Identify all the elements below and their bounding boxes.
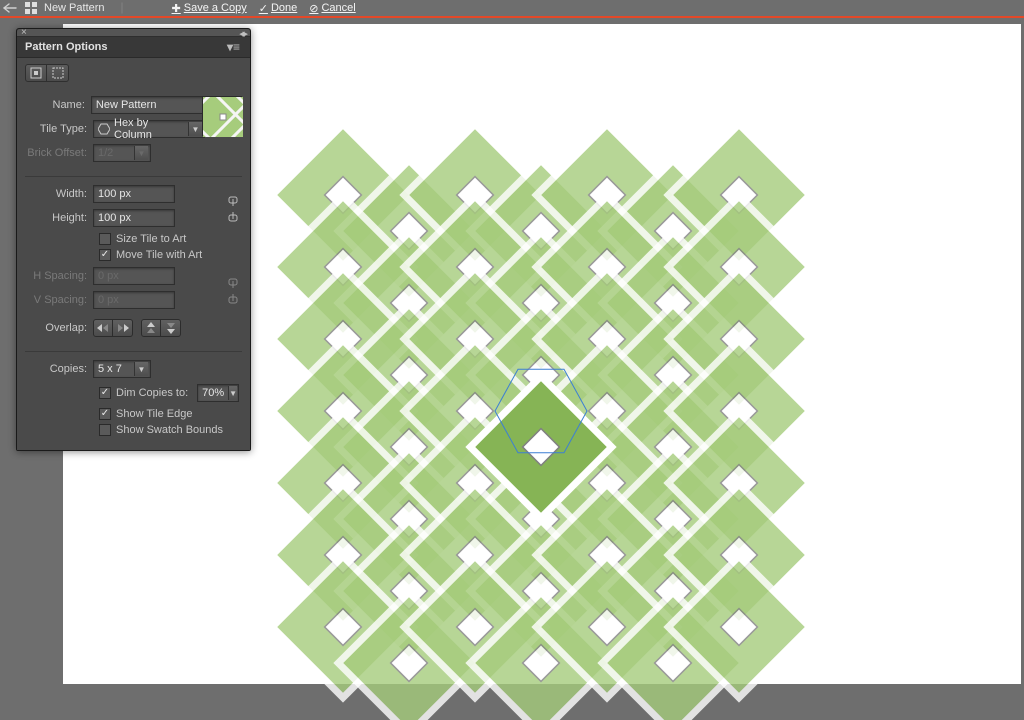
size-tile-to-art-checkbox[interactable]: Size Tile to Art xyxy=(99,233,242,245)
overlap-horizontal-group xyxy=(93,319,133,337)
done-label: Done xyxy=(271,2,297,14)
width-label: Width: xyxy=(25,188,93,200)
mode-name-label: New Pattern xyxy=(44,2,105,14)
panel-titlebar[interactable]: Pattern Options ▾≡ xyxy=(17,37,250,58)
cancel-button[interactable]: ⊘ Cancel xyxy=(309,2,355,15)
show-tile-edge-label: Show Tile Edge xyxy=(116,408,192,420)
save-copy-label: Save a Copy xyxy=(184,2,247,14)
panel-body: Name: Tile Type: Hex by Column ▼ Brick O… xyxy=(17,58,250,450)
cancel-label: Cancel xyxy=(321,2,355,14)
copies-select[interactable]: 5 x 7 ▼ xyxy=(93,360,151,378)
pattern-tool-buttons xyxy=(25,64,242,82)
width-input[interactable] xyxy=(93,185,175,203)
checkbox-icon xyxy=(99,249,111,261)
dim-copies-label: Dim Copies to: xyxy=(116,387,188,399)
h-spacing-label: H Spacing: xyxy=(25,270,93,282)
checkbox-icon xyxy=(99,233,111,245)
close-icon[interactable]: × xyxy=(21,27,27,38)
pattern-mode-icon xyxy=(24,1,38,15)
dim-copies-select[interactable]: 70% ▼ xyxy=(197,384,239,402)
show-swatch-bounds-label: Show Swatch Bounds xyxy=(116,424,223,436)
panel-chrome[interactable]: × ◀▶ xyxy=(17,29,250,37)
overlap-bottom-button[interactable] xyxy=(161,319,181,337)
overlap-vertical-group xyxy=(141,319,181,337)
height-input[interactable] xyxy=(93,209,175,227)
size-tile-to-art-label: Size Tile to Art xyxy=(116,233,186,245)
panel-flyout-menu-icon[interactable]: ▾≡ xyxy=(225,40,242,54)
chevron-down-icon: ▼ xyxy=(134,362,148,376)
chevron-down-icon: ▼ xyxy=(134,146,148,160)
link-spacing-icon[interactable] xyxy=(224,277,242,305)
panel-title: Pattern Options xyxy=(25,41,108,53)
plus-icon: ✚ xyxy=(172,2,181,15)
v-spacing-label: V Spacing: xyxy=(25,294,93,306)
overlap-label: Overlap: xyxy=(25,322,93,334)
move-tile-with-art-checkbox[interactable]: Move Tile with Art xyxy=(99,249,242,261)
overlap-top-button[interactable] xyxy=(141,319,161,337)
brick-offset-label: Brick Offset: xyxy=(25,147,93,159)
v-spacing-input xyxy=(93,291,175,309)
overlap-left-button[interactable] xyxy=(93,319,113,337)
tile-type-value: Hex by Column xyxy=(114,117,184,141)
tile-type-select[interactable]: Hex by Column ▼ xyxy=(93,120,205,138)
tile-type-label: Tile Type: xyxy=(25,123,93,135)
cancel-icon: ⊘ xyxy=(309,2,318,15)
check-icon: ✓ xyxy=(259,2,268,15)
save-copy-button[interactable]: ✚ Save a Copy xyxy=(172,2,247,15)
checkbox-icon xyxy=(99,424,111,436)
done-button[interactable]: ✓ Done xyxy=(259,2,298,15)
show-tile-edge-checkbox[interactable]: Show Tile Edge xyxy=(99,408,242,420)
back-arrow-icon[interactable] xyxy=(2,1,18,15)
chevron-down-icon: ▼ xyxy=(228,386,237,400)
chevron-down-icon: ▼ xyxy=(188,122,202,136)
brick-offset-value: 1/2 xyxy=(98,147,130,159)
checkbox-icon xyxy=(99,408,111,420)
link-dimensions-icon[interactable] xyxy=(224,195,242,223)
overlap-right-button[interactable] xyxy=(113,319,133,337)
pattern-preview-swatch xyxy=(202,96,242,136)
copies-value: 5 x 7 xyxy=(98,363,130,375)
pattern-edit-modebar: New Pattern ｜ ✚ Save a Copy ✓ Done ⊘ Can… xyxy=(0,0,1024,18)
dim-copies-checkbox[interactable]: Dim Copies to: 70% ▼ xyxy=(99,384,242,402)
h-spacing-input xyxy=(93,267,175,285)
modebar-separator: ｜ xyxy=(117,0,128,16)
dim-copies-value: 70% xyxy=(202,387,224,399)
copies-label: Copies: xyxy=(25,363,93,375)
brick-offset-select: 1/2 ▼ xyxy=(93,144,151,162)
checkbox-icon xyxy=(99,387,111,399)
name-label: Name: xyxy=(25,99,91,111)
hexagon-icon xyxy=(98,123,110,135)
collapse-icon[interactable]: ◀▶ xyxy=(239,30,246,38)
move-tile-with-art-label: Move Tile with Art xyxy=(116,249,202,261)
height-label: Height: xyxy=(25,212,93,224)
show-swatch-bounds-checkbox[interactable]: Show Swatch Bounds xyxy=(99,424,242,436)
pattern-tile-tool-alt-button[interactable] xyxy=(47,64,69,82)
pattern-tile-tool-button[interactable] xyxy=(25,64,47,82)
pattern-options-panel: × ◀▶ Pattern Options ▾≡ xyxy=(16,28,251,451)
